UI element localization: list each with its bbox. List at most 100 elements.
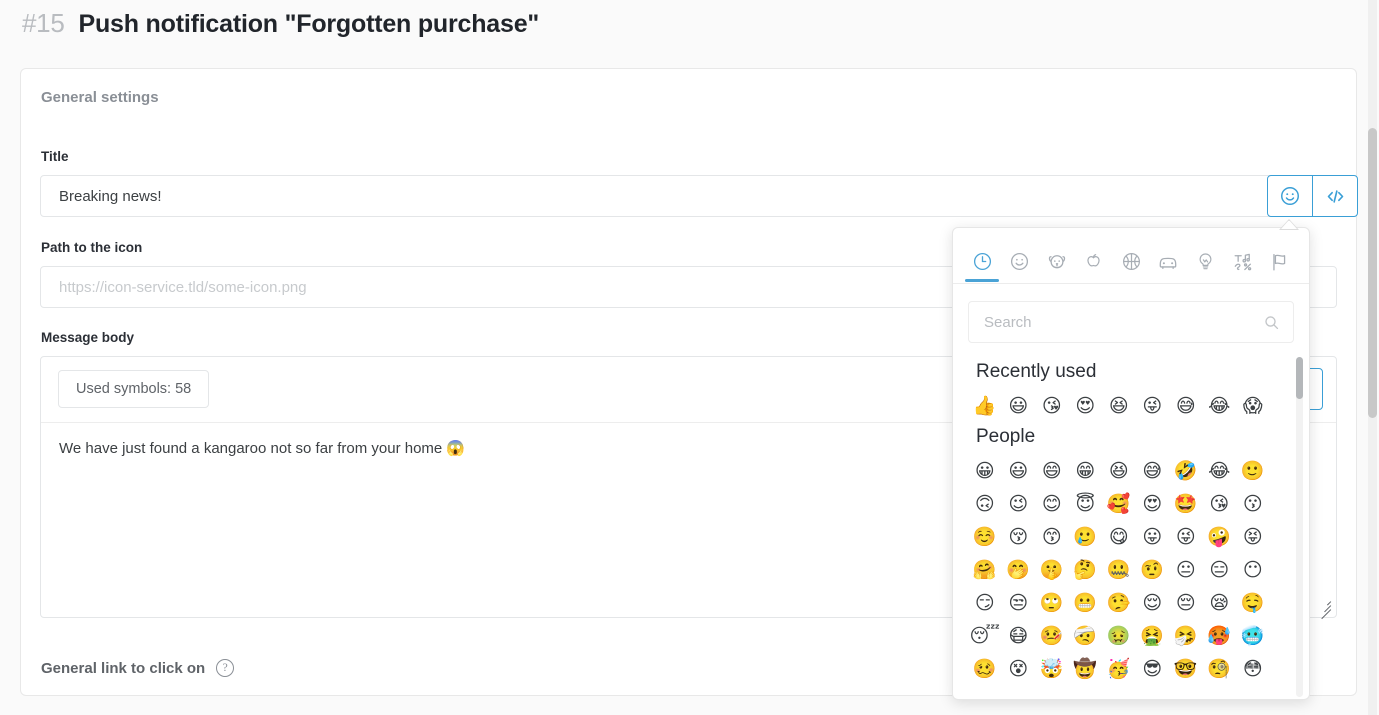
- emoji-cell[interactable]: 👍: [968, 389, 1002, 422]
- emoji-cell[interactable]: 😃: [1002, 454, 1036, 487]
- emoji-grid-scroll-area[interactable]: Recently used 👍 😃 😘 😍 😆 😜 😅 😂 😱 People 😀 😃 😄 😁 😆 😅 🤣 😂 🙂 🙃 😉 😊…: [953, 357, 1309, 697]
- emoji-tab-recently-used[interactable]: [965, 243, 999, 282]
- emoji-cell[interactable]: 🤭: [1002, 553, 1036, 586]
- emoji-cell[interactable]: 🥵: [1203, 619, 1237, 652]
- emoji-cell[interactable]: 🤒: [1035, 619, 1069, 652]
- emoji-cell[interactable]: 😍: [1069, 389, 1103, 422]
- emoji-cell[interactable]: 😐: [1169, 553, 1203, 586]
- emoji-cell[interactable]: 😄: [1035, 454, 1069, 487]
- emoji-search-input[interactable]: [982, 312, 1263, 332]
- emoji-cell[interactable]: 😋: [1102, 520, 1136, 553]
- emoji-tab-food[interactable]: [1081, 243, 1107, 281]
- emoji-tab-nature[interactable]: [1044, 243, 1070, 281]
- emoji-tab-objects[interactable]: [1193, 243, 1219, 281]
- emoji-scrollbar[interactable]: [1296, 357, 1303, 697]
- emoji-cell[interactable]: 😅: [1169, 389, 1203, 422]
- emoji-cell[interactable]: 😒: [1002, 586, 1036, 619]
- emoji-cell[interactable]: 😀: [968, 454, 1002, 487]
- emoji-cell[interactable]: 😶: [1236, 553, 1270, 586]
- emoji-cell[interactable]: 😏: [968, 586, 1002, 619]
- page-scrollbar[interactable]: [1368, 0, 1377, 715]
- emoji-cell[interactable]: 🥲: [1069, 520, 1103, 553]
- emoji-search-box[interactable]: [968, 301, 1294, 343]
- emoji-cell[interactable]: 😆: [1102, 389, 1136, 422]
- emoji-cell[interactable]: 🤗: [968, 553, 1002, 586]
- emoji-cell[interactable]: 🤨: [1136, 553, 1170, 586]
- emoji-cell[interactable]: 🤔: [1069, 553, 1103, 586]
- emoji-cell[interactable]: 🙄: [1035, 586, 1069, 619]
- emoji-cell[interactable]: 😌: [1136, 586, 1170, 619]
- emoji-cell[interactable]: 😘: [1035, 389, 1069, 422]
- emoji-cell[interactable]: 🤣: [1169, 454, 1203, 487]
- emoji-cell[interactable]: 😎: [1136, 652, 1170, 685]
- emoji-cell[interactable]: 🤧: [1169, 619, 1203, 652]
- emoji-tab-flags[interactable]: [1267, 243, 1293, 281]
- emoji-row: 😀 😃 😄 😁 😆 😅 🤣 😂 🙂: [968, 454, 1287, 487]
- emoji-cell[interactable]: 😬: [1069, 586, 1103, 619]
- search-icon: [1265, 315, 1279, 329]
- emoji-cell[interactable]: 😴: [968, 619, 1002, 652]
- emoji-cell[interactable]: 😙: [1035, 520, 1069, 553]
- emoji-cell[interactable]: 😱: [1236, 389, 1270, 422]
- emoji-cell[interactable]: 😉: [1002, 487, 1036, 520]
- question-mark-icon[interactable]: ?: [216, 659, 235, 677]
- emoji-tab-travel[interactable]: [1155, 243, 1181, 281]
- emoji-cell[interactable]: 🤮: [1136, 619, 1170, 652]
- emoji-cell[interactable]: 😝: [1236, 520, 1270, 553]
- emoji-cell[interactable]: 😇: [1069, 487, 1103, 520]
- page-scrollbar-thumb[interactable]: [1368, 128, 1377, 418]
- emoji-tab-people[interactable]: [1006, 243, 1032, 281]
- emoji-cell[interactable]: 🤠: [1069, 652, 1103, 685]
- emoji-cell[interactable]: 🧐: [1203, 652, 1237, 685]
- emoji-cell[interactable]: 😳: [1236, 652, 1270, 685]
- emoji-cell[interactable]: 😃: [1002, 389, 1036, 422]
- resize-handle[interactable]: [1317, 599, 1332, 619]
- emoji-cell[interactable]: 😗: [1236, 487, 1270, 520]
- emoji-cell[interactable]: 🤕: [1069, 619, 1103, 652]
- emoji-cell[interactable]: 🤢: [1102, 619, 1136, 652]
- emoji-cell[interactable]: 🤤: [1236, 586, 1270, 619]
- emoji-cell[interactable]: 🙃: [968, 487, 1002, 520]
- emoji-category-tabs: [953, 228, 1309, 284]
- emoji-cell[interactable]: 🥶: [1236, 619, 1270, 652]
- emoji-cell[interactable]: 🤫: [1035, 553, 1069, 586]
- title-input-value: Breaking news!: [59, 187, 162, 205]
- emoji-cell[interactable]: 😵: [1002, 652, 1036, 685]
- emoji-cell[interactable]: 😚: [1002, 520, 1036, 553]
- apple-icon: [1087, 254, 1100, 267]
- emoji-cell[interactable]: 😍: [1136, 487, 1170, 520]
- emoji-cell[interactable]: ☺️: [968, 520, 1002, 553]
- emoji-cell[interactable]: 🤐: [1102, 553, 1136, 586]
- emoji-cell[interactable]: 😊: [1035, 487, 1069, 520]
- emoji-cell[interactable]: 🥴: [968, 652, 1002, 685]
- emoji-cell[interactable]: 😑: [1203, 553, 1237, 586]
- emoji-cell[interactable]: 😘: [1203, 487, 1237, 520]
- emoji-cell[interactable]: 😛: [1136, 520, 1170, 553]
- title-input[interactable]: Breaking news!: [40, 175, 1287, 217]
- emoji-cell[interactable]: 🤪: [1203, 520, 1237, 553]
- emoji-cell[interactable]: 😂: [1203, 454, 1237, 487]
- title-code-button[interactable]: [1312, 175, 1358, 217]
- emoji-cell[interactable]: 😪: [1203, 586, 1237, 619]
- emoji-cell[interactable]: 🤓: [1169, 652, 1203, 685]
- emoji-cell[interactable]: 😔: [1169, 586, 1203, 619]
- emoji-cell[interactable]: 😁: [1069, 454, 1103, 487]
- emoji-cell[interactable]: 🥳: [1102, 652, 1136, 685]
- emoji-tab-activity[interactable]: [1118, 243, 1144, 281]
- emoji-picker-button[interactable]: [1267, 175, 1313, 217]
- emoji-cell[interactable]: 😂: [1203, 389, 1237, 422]
- emoji-cell[interactable]: 😜: [1169, 520, 1203, 553]
- emoji-scrollbar-thumb[interactable]: [1296, 357, 1303, 399]
- emoji-cell[interactable]: 🙂: [1236, 454, 1270, 487]
- emoji-cell[interactable]: 🤥: [1102, 586, 1136, 619]
- icon-path-field-label: Path to the icon: [41, 240, 143, 255]
- emoji-cell[interactable]: 🤩: [1169, 487, 1203, 520]
- emoji-cell[interactable]: 😅: [1136, 454, 1170, 487]
- title-field-label: Title: [41, 149, 69, 164]
- emoji-cell[interactable]: 🥰: [1102, 487, 1136, 520]
- emoji-cell[interactable]: 😷: [1002, 619, 1036, 652]
- emoji-cell[interactable]: 🤯: [1035, 652, 1069, 685]
- emoji-cell[interactable]: 😆: [1102, 454, 1136, 487]
- emoji-tab-symbols[interactable]: [1230, 243, 1256, 281]
- emoji-cell[interactable]: 😜: [1136, 389, 1170, 422]
